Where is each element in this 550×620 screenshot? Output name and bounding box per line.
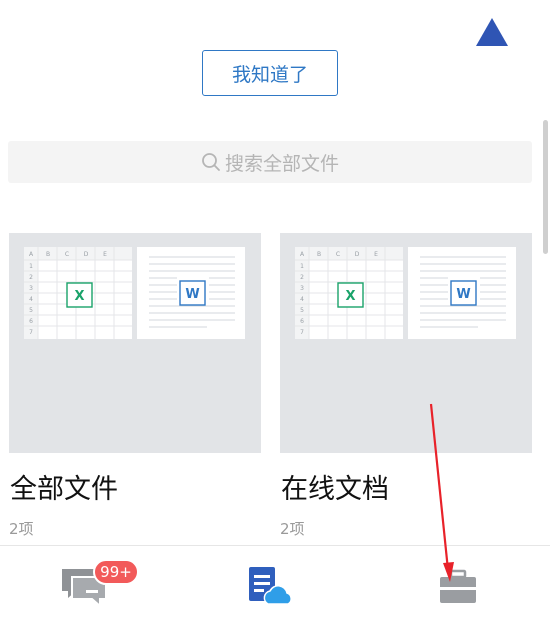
sheet-row-label: 1 (300, 263, 304, 270)
sheet-col-label: E (103, 251, 107, 258)
document-thumbnail: W (137, 247, 245, 339)
sheet-row-label: 5 (29, 307, 33, 314)
card-all-files[interactable]: A B C D E 1 2 3 4 5 6 7 X W 全部文件 2项 (9, 233, 261, 539)
cloud-document-icon (249, 567, 292, 605)
search-placeholder: 搜索全部文件 (224, 152, 339, 175)
sheet-col-label: C (65, 251, 69, 258)
sheet-row-label: 3 (300, 285, 304, 292)
sheet-row-label: 3 (29, 285, 33, 292)
sheet-row-label: 6 (29, 318, 33, 325)
sheet-row-label: 7 (300, 329, 304, 336)
spreadsheet-thumbnail: A B C D E 1 2 3 4 5 6 7 X (295, 247, 403, 339)
sheet-col-label: B (46, 251, 50, 258)
sheet-row-label: 7 (29, 329, 33, 336)
briefcase-icon (440, 569, 476, 603)
sheet-col-label: E (374, 251, 378, 258)
sheet-row-label: 5 (300, 307, 304, 314)
got-it-button[interactable]: 我知道了 (202, 50, 338, 96)
nav-documents[interactable] (246, 566, 294, 612)
sheet-row-label: 2 (300, 274, 304, 281)
spreadsheet-thumbnail: A B C D E 1 2 3 4 5 6 7 X (24, 247, 132, 339)
spreadsheet-icon: X (74, 289, 84, 304)
search-icon (202, 153, 220, 171)
card-title: 全部文件 (10, 474, 118, 505)
bottom-nav-divider (0, 545, 550, 546)
sheet-col-label: B (317, 251, 321, 258)
sheet-row-label: 1 (29, 263, 33, 270)
card-count: 2项 (9, 520, 34, 538)
card-online-docs[interactable]: A B C D E 1 2 3 4 5 6 7 X W 在线文档 2项 (280, 233, 532, 539)
scrollbar[interactable] (543, 120, 548, 254)
document-thumbnail: W (408, 247, 516, 339)
card-title: 在线文档 (281, 474, 389, 505)
document-icon: W (456, 287, 470, 302)
unread-badge: 99+ (93, 559, 139, 585)
sheet-row-label: 4 (300, 296, 304, 303)
sheet-row-label: 6 (300, 318, 304, 325)
collapse-triangle-icon[interactable] (476, 18, 508, 46)
sheet-row-label: 2 (29, 274, 33, 281)
sheet-row-label: 4 (29, 296, 33, 303)
sheet-col-label: D (355, 251, 360, 258)
card-count: 2项 (280, 520, 305, 538)
sheet-col-label: C (336, 251, 340, 258)
search-bar[interactable]: 搜索全部文件 (8, 141, 532, 183)
card-thumbnail: A B C D E 1 2 3 4 5 6 7 X W (9, 233, 261, 453)
card-thumbnail: A B C D E 1 2 3 4 5 6 7 X W (280, 233, 532, 453)
spreadsheet-icon: X (345, 289, 355, 304)
document-icon: W (185, 287, 199, 302)
nav-toolbox[interactable] (438, 569, 478, 609)
sheet-col-label: D (84, 251, 89, 258)
